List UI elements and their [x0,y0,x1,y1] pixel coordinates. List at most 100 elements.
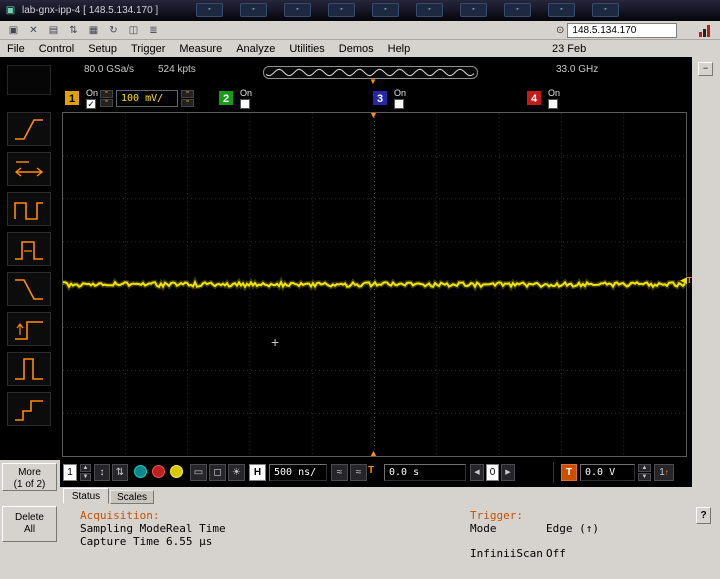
more-label: More [18,467,41,478]
zoom-in-wave-button[interactable]: ≈ [350,464,367,481]
more-button[interactable]: More (1 of 2) [2,463,57,491]
app-toolbar: ▣ ✕ ▤ ⇅ ▦ ↻ ◫ ≣ ⊙ 148.5.134.170 [0,21,720,40]
pulse-width-measurement-button[interactable] [7,232,51,266]
minimize-button[interactable]: − [698,62,713,76]
channel1-scale-readout[interactable]: 100 mV/ [116,90,178,107]
vnc-toolbar-button-3[interactable]: ▪ [284,3,311,17]
vnc-toolbar-button-1[interactable]: ▪ [196,3,223,17]
vnc-toolbar-button-7[interactable]: ▪ [460,3,487,17]
channel3-button[interactable]: 3 [372,90,388,106]
horizontal-menu-button[interactable]: H [249,464,266,481]
zoom-out-wave-button[interactable]: ≈ [331,464,348,481]
pulse-measurement-button[interactable] [7,352,51,386]
trigger-time-marker-top-icon[interactable]: ▼ [369,111,378,120]
list-icon[interactable]: ≣ [145,23,162,38]
position-zero-box[interactable]: 0 [486,464,499,481]
channel4-button[interactable]: 4 [526,90,542,106]
menu-item-trigger[interactable]: Trigger [124,43,172,55]
fall-time-measurement-button[interactable] [7,272,51,306]
channel2-button[interactable]: 2 [218,90,234,106]
position-right-button[interactable]: ▶ [501,464,515,481]
circle-button-yellow[interactable] [170,465,183,478]
sidebar-blank-button[interactable] [7,65,51,95]
channel1-on-label: On [86,88,99,98]
trigger-level-up-button[interactable]: ▲ [638,464,651,472]
marker-down-button[interactable]: ▼ [80,473,91,481]
rise-time-icon [15,119,43,140]
trigger-mode-value: Edge (↑) [546,522,599,535]
delete-label: Delete [15,512,44,523]
vnc-toolbar-button-10[interactable]: ▪ [592,3,619,17]
vnc-toolbar-button-2[interactable]: ▪ [240,3,267,17]
connection-status-icon [699,24,713,37]
rise-time-measurement-button[interactable] [7,112,51,146]
vnc-toolbar-button-4[interactable]: ▪ [328,3,355,17]
timebase-scale-readout[interactable]: 500 ns/ [269,464,327,481]
refresh-icon[interactable]: ↻ [105,23,122,38]
marker-swap-button[interactable]: ⇅ [112,464,128,481]
brightness-button[interactable]: ☀ [228,464,245,481]
channel4-checkbox[interactable]: ✓ [548,99,558,109]
marker-number-box[interactable]: 1 [63,464,77,481]
trigger-level-down-button[interactable]: ▼ [638,473,651,481]
vnc-toolbar-button-8[interactable]: ▪ [504,3,531,17]
channel3-checkbox[interactable]: ✓ [394,99,404,109]
edge-measurement-button[interactable] [7,312,51,346]
wave-large-icon: ≈ [100,99,113,107]
marker-up-button[interactable]: ▲ [80,464,91,472]
screen-mode-button[interactable]: ▭ [190,464,207,481]
menu-item-setup[interactable]: Setup [81,43,124,55]
tab-status[interactable]: Status [63,488,109,504]
signal-bar [703,29,706,37]
delta-time-measurement-button[interactable] [7,152,51,186]
trigger-level-readout[interactable]: 0.0 V [580,464,635,481]
menu-item-file[interactable]: File [0,43,32,55]
help-button[interactable]: ? [696,507,711,524]
trigger-level-letter: T [686,276,692,285]
display-mode-button[interactable]: ◻ [209,464,226,481]
trigger-menu-button[interactable]: T [561,464,577,481]
grid-icon[interactable]: ▤ [45,23,62,38]
monitor-icon[interactable]: ▣ [5,23,22,38]
channel1-trace [63,276,686,292]
vnc-toolbar-button-5[interactable]: ▪ [372,3,399,17]
menu-item-utilities[interactable]: Utilities [282,43,331,55]
channel2-checkbox[interactable]: ✓ [240,99,250,109]
waveform-display[interactable]: ▼ ▲ + ◀ T [62,111,692,458]
ip-address-field[interactable]: 148.5.134.170 [567,23,678,38]
menu-item-measure[interactable]: Measure [172,43,229,55]
acquisition-position-marker-icon: ▼ [369,77,377,86]
memory-depth-readout: 524 kpts [158,64,196,75]
menu-item-analyze[interactable]: Analyze [229,43,282,55]
menu-item-help[interactable]: Help [381,43,418,55]
horizontal-position-readout[interactable]: 0.0 s [384,464,466,481]
marker-updown-button[interactable]: ↕ [94,464,110,481]
circle-button-teal[interactable] [134,465,147,478]
channel1-scale-down-buttons[interactable]: ≈ ≈ [100,90,113,107]
toolbar-divider [553,462,554,483]
panel-icon[interactable]: ▦ [85,23,102,38]
tab-scales[interactable]: Scales [110,490,154,504]
vnc-toolbar-button-9[interactable]: ▪ [548,3,575,17]
window-icon[interactable]: ◫ [125,23,142,38]
signal-bar [699,32,702,37]
period-icon [14,202,43,220]
window-title: lab-gnx-ipp-4 [ 148.5.134.170 ] [22,5,159,16]
date-display: 23 Feb [552,42,587,55]
menu-item-control[interactable]: Control [32,43,81,55]
circle-button-red[interactable] [152,465,165,478]
period-measurement-button[interactable] [7,192,51,226]
delete-all-button[interactable]: Delete All [2,506,57,542]
position-left-button[interactable]: ◀ [470,464,484,481]
swap-icon[interactable]: ⇅ [65,23,82,38]
channel1-scale-up-buttons[interactable]: ≈ ≈ [181,90,194,107]
staircase-measurement-button[interactable] [7,392,51,426]
close-icon[interactable]: ✕ [25,23,42,38]
trigger-source-button[interactable]: 1↑ [654,464,674,481]
trigger-level-indicator[interactable]: ◀ T [680,275,692,286]
channel1-checkbox[interactable]: ✓ [86,99,96,109]
window-titlebar: ▣ lab-gnx-ipp-4 [ 148.5.134.170 ] ▪ ▪ ▪ … [0,0,720,21]
channel1-button[interactable]: 1 [64,90,80,106]
menu-item-demos[interactable]: Demos [332,43,381,55]
vnc-toolbar-button-6[interactable]: ▪ [416,3,443,17]
